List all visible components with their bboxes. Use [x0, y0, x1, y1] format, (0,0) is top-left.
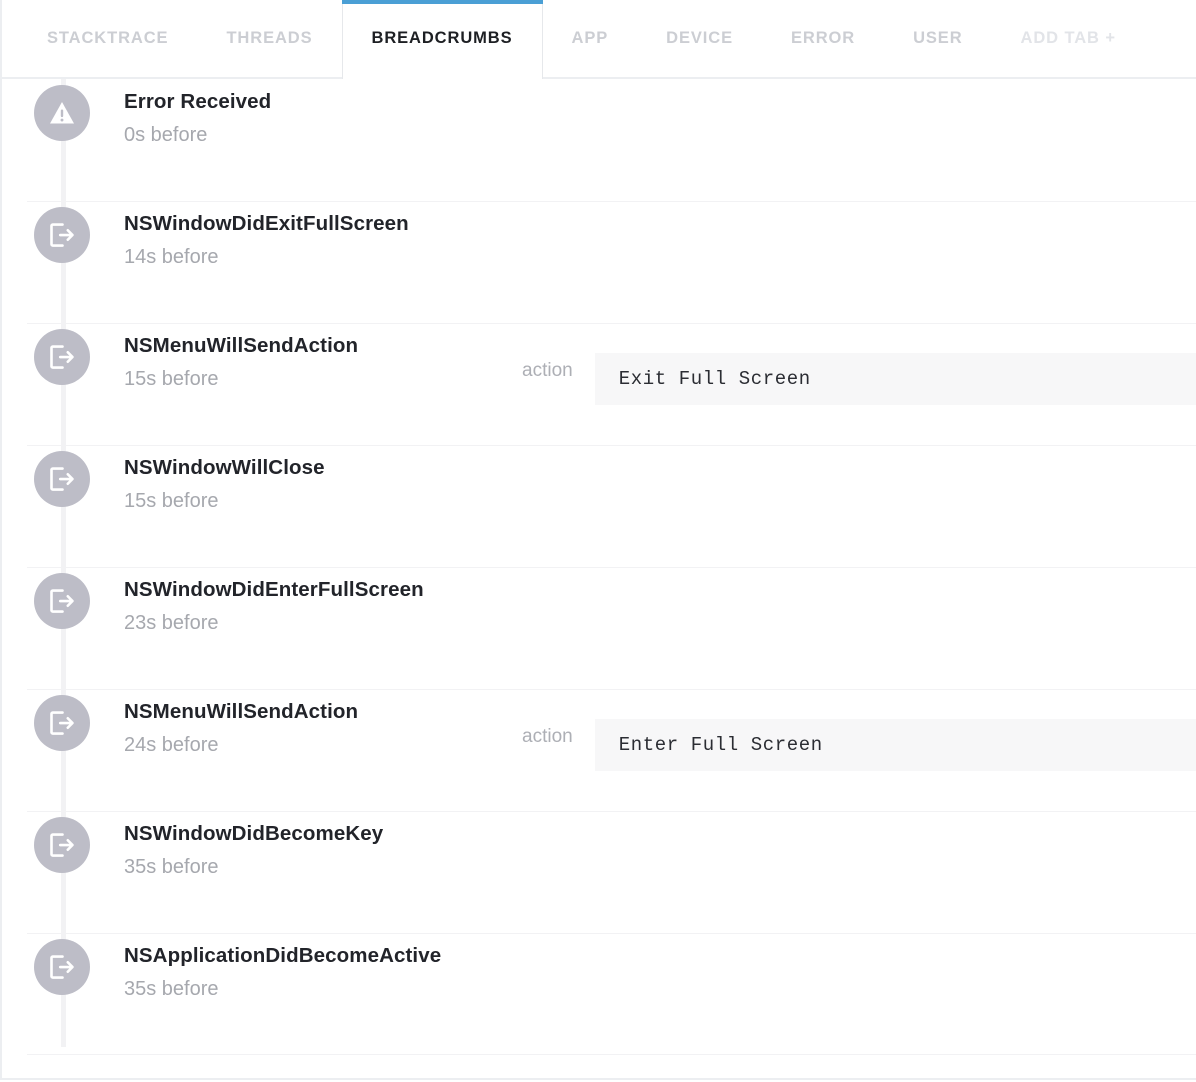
- breadcrumb-icon-wrap: [27, 201, 97, 263]
- breadcrumb-row[interactable]: NSWindowWillClose 15s before: [2, 445, 1196, 567]
- tab-app[interactable]: APP: [543, 0, 638, 77]
- breadcrumb-detail-key: action: [522, 360, 573, 381]
- breadcrumb-timestamp: 23s before: [124, 611, 219, 634]
- breadcrumb-detail: action Enter Full Screen: [522, 689, 1196, 771]
- breadcrumb-icon-wrap: [27, 811, 97, 873]
- exit-arrow-icon: [34, 939, 90, 995]
- breadcrumb-row[interactable]: NSApplicationDidBecomeActive 35s before: [2, 933, 1196, 1055]
- breadcrumb-timestamp: 24s before: [124, 733, 219, 756]
- breadcrumb-timestamp: 0s before: [124, 123, 208, 146]
- breadcrumb-row[interactable]: NSWindowDidEnterFullScreen 23s before: [2, 567, 1196, 689]
- tab-device[interactable]: DEVICE: [637, 0, 762, 77]
- exit-arrow-icon: [34, 207, 90, 263]
- breadcrumb-title: NSWindowWillClose: [124, 456, 325, 479]
- breadcrumb-timestamp: 14s before: [124, 245, 219, 268]
- tab-breadcrumbs[interactable]: BREADCRUMBS: [341, 0, 543, 79]
- breadcrumb-body: NSMenuWillSendAction 15s before: [97, 323, 522, 392]
- breadcrumb-body: NSApplicationDidBecomeActive 35s before: [97, 933, 522, 1002]
- tab-bar: STACKTRACE THREADS BREADCRUMBS APP DEVICE ERR…: [0, 0, 1196, 79]
- breadcrumb-body: NSWindowDidEnterFullScreen 23s before: [97, 567, 522, 636]
- tab-label: ADD TAB +: [1020, 29, 1116, 47]
- breadcrumb-body: Error Received 0s before: [97, 79, 522, 148]
- breadcrumb-body: NSWindowDidExitFullScreen 14s before: [97, 201, 522, 270]
- breadcrumb-title: NSWindowDidBecomeKey: [124, 822, 384, 845]
- breadcrumb-row[interactable]: NSWindowDidExitFullScreen 14s before: [2, 201, 1196, 323]
- breadcrumb-detail-value: Exit Full Screen: [594, 353, 1196, 405]
- breadcrumb-timestamp: 35s before: [124, 977, 219, 1000]
- breadcrumb-body: NSWindowDidBecomeKey 35s before: [97, 811, 522, 880]
- exit-arrow-icon: [34, 817, 90, 873]
- tab-threads[interactable]: THREADS: [197, 0, 341, 77]
- breadcrumb-row[interactable]: NSMenuWillSendAction 24s before action Ente…: [2, 689, 1196, 811]
- breadcrumb-title: NSMenuWillSendAction: [124, 334, 359, 357]
- breadcrumb-title: NSApplicationDidBecomeActive: [124, 944, 442, 967]
- breadcrumb-detail-key: action: [522, 726, 573, 747]
- breadcrumb-icon-wrap: [27, 445, 97, 507]
- tab-label: APP: [571, 29, 609, 47]
- exit-arrow-icon: [34, 573, 90, 629]
- tab-stacktrace[interactable]: STACKTRACE: [18, 0, 197, 77]
- breadcrumb-title: NSWindowDidExitFullScreen: [124, 212, 409, 235]
- breadcrumbs-list-card: Error Received 0s before NSWindowDidExitFu…: [0, 79, 1196, 1080]
- breadcrumb-timestamp: 15s before: [124, 489, 219, 512]
- breadcrumb-detail-value: Enter Full Screen: [594, 719, 1196, 771]
- breadcrumb-icon-wrap: [27, 567, 97, 629]
- breadcrumb-body: NSMenuWillSendAction 24s before: [97, 689, 522, 758]
- tab-label: STACKTRACE: [47, 29, 169, 47]
- breadcrumb-title: Error Received: [124, 90, 272, 113]
- breadcrumb-icon-wrap: [27, 323, 97, 385]
- warning-triangle-icon: [34, 85, 90, 141]
- breadcrumb-icon-wrap: [27, 689, 97, 751]
- tab-error[interactable]: ERROR: [762, 0, 884, 77]
- tab-user[interactable]: USER: [884, 0, 991, 77]
- breadcrumb-timestamp: 15s before: [124, 367, 219, 390]
- breadcrumb-icon-wrap: [27, 79, 97, 141]
- tab-add-tab[interactable]: ADD TAB +: [992, 0, 1145, 77]
- breadcrumb-icon-wrap: [27, 933, 97, 995]
- exit-arrow-icon: [34, 695, 90, 751]
- breadcrumb-row[interactable]: Error Received 0s before: [2, 79, 1196, 201]
- breadcrumb-detail: action Exit Full Screen: [522, 323, 1196, 405]
- tab-label: THREADS: [226, 29, 313, 47]
- breadcrumb-body: NSWindowWillClose 15s before: [97, 445, 522, 514]
- breadcrumb-timestamp: 35s before: [124, 855, 219, 878]
- breadcrumb-row[interactable]: NSMenuWillSendAction 15s before action Exit…: [2, 323, 1196, 445]
- tab-label: USER: [913, 29, 963, 47]
- exit-arrow-icon: [34, 451, 90, 507]
- breadcrumb-title: NSMenuWillSendAction: [124, 700, 359, 723]
- breadcrumbs-rows: Error Received 0s before NSWindowDidExitFu…: [2, 79, 1196, 1055]
- breadcrumb-title: NSWindowDidEnterFullScreen: [124, 578, 424, 601]
- tab-label: BREADCRUMBS: [371, 29, 513, 47]
- tab-label: ERROR: [790, 29, 856, 47]
- tab-label: DEVICE: [666, 29, 733, 47]
- exit-arrow-icon: [34, 329, 90, 385]
- breadcrumbs-panel: STACKTRACE THREADS BREADCRUMBS APP DEVICE ERR…: [0, 0, 1196, 1082]
- breadcrumb-row[interactable]: NSWindowDidBecomeKey 35s before: [2, 811, 1196, 933]
